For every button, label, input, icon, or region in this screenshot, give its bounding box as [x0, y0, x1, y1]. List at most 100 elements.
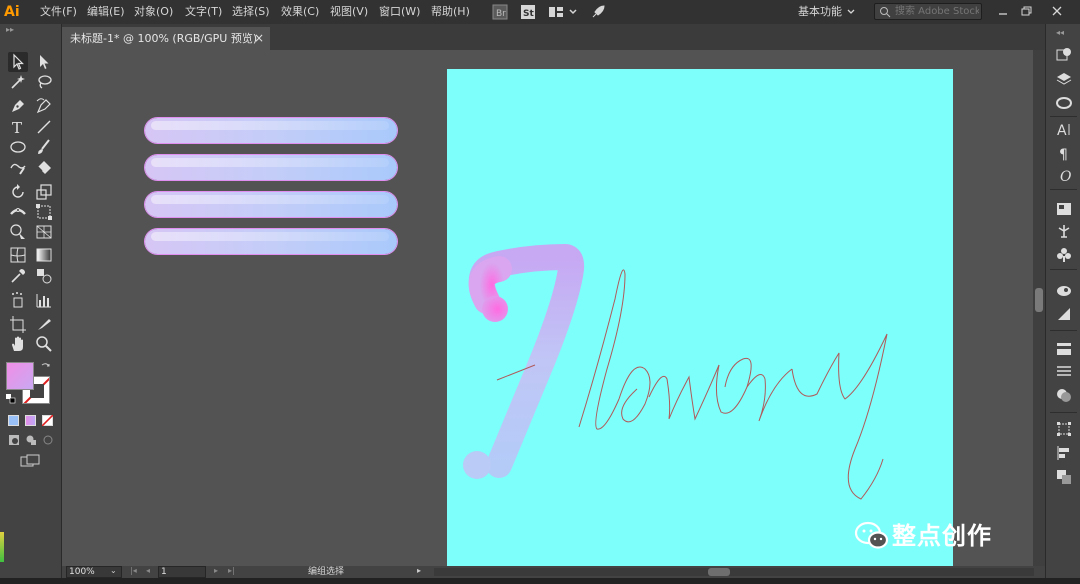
fill-swatch[interactable] — [6, 362, 34, 390]
hand-tool[interactable] — [8, 334, 28, 354]
dock-grip-icon[interactable]: ◂◂ — [1056, 28, 1064, 37]
none-mode-button[interactable] — [42, 415, 53, 426]
ellipse-tool[interactable] — [8, 137, 28, 157]
image-trace-icon[interactable] — [1055, 200, 1073, 218]
transform-icon[interactable] — [1055, 420, 1073, 438]
eraser-tool[interactable] — [34, 158, 54, 178]
status-text[interactable]: 编组选择 — [308, 566, 344, 578]
artboard-number-field[interactable]: 1 — [158, 566, 206, 578]
menu-object[interactable]: 对象(O) — [134, 0, 173, 24]
gradient-tool[interactable] — [34, 245, 54, 265]
gradient-bar[interactable] — [145, 118, 397, 143]
draw-inside-icon[interactable] — [42, 434, 54, 446]
free-transform-tool[interactable] — [34, 202, 54, 222]
symbol-sprayer-tool[interactable] — [8, 290, 28, 310]
character-icon[interactable]: A — [1055, 120, 1073, 138]
lasso-tool[interactable] — [34, 72, 54, 92]
next-artboard-icon[interactable]: ▸ — [214, 566, 218, 575]
layers-icon[interactable] — [1055, 70, 1073, 88]
symbols-icon[interactable] — [1055, 246, 1073, 264]
slice-tool[interactable] — [34, 314, 54, 334]
paragraph-icon[interactable]: ¶ — [1055, 144, 1073, 162]
rotate-tool[interactable] — [8, 182, 28, 202]
type-tool[interactable]: T — [8, 117, 28, 137]
column-graph-tool[interactable] — [34, 290, 54, 310]
eyedropper-tool[interactable] — [8, 266, 28, 286]
chevron-down-icon[interactable] — [568, 4, 578, 20]
last-artboard-icon[interactable]: ▸| — [228, 566, 235, 575]
gradient-bar[interactable] — [145, 192, 397, 217]
menu-select[interactable]: 选择(S) — [232, 0, 270, 24]
blend-tool[interactable] — [34, 266, 54, 286]
stock-search[interactable] — [874, 3, 982, 20]
shaper-tool[interactable] — [8, 158, 28, 178]
libraries-icon[interactable] — [1055, 46, 1073, 64]
perspective-grid-tool[interactable] — [34, 222, 54, 242]
pathfinder-icon[interactable] — [1055, 468, 1073, 486]
curvature-tool[interactable] — [34, 96, 54, 116]
rocket-icon[interactable] — [590, 4, 606, 20]
color-mode-button[interactable] — [8, 415, 19, 426]
document-tab[interactable]: 未标题-1* @ 100% (RGB/GPU 预览) × — [62, 27, 270, 50]
draw-normal-icon[interactable] — [8, 434, 20, 446]
chevron-down-icon[interactable]: ⌄ — [110, 566, 117, 575]
canvas-area[interactable]: 整点创作 — [62, 50, 1045, 566]
selection-tool[interactable] — [8, 52, 28, 72]
chevron-down-icon[interactable] — [847, 8, 855, 16]
first-artboard-icon[interactable]: |◂ — [130, 566, 137, 575]
artboard-tool[interactable] — [8, 314, 28, 334]
stroke-icon[interactable] — [1055, 340, 1073, 358]
shape-builder-tool[interactable] — [8, 222, 28, 242]
menu-effect[interactable]: 效果(C) — [281, 0, 319, 24]
bridge-icon[interactable]: Br — [492, 4, 508, 20]
restore-icon[interactable] — [1017, 2, 1035, 20]
scale-tool[interactable] — [34, 182, 54, 202]
artwork[interactable] — [447, 69, 953, 566]
line-segment-tool[interactable] — [34, 117, 54, 137]
vertical-scrollbar[interactable] — [1033, 50, 1045, 566]
gradient-bar[interactable] — [145, 229, 397, 254]
menu-view[interactable]: 视图(V) — [330, 0, 368, 24]
transparency-icon[interactable] — [1055, 386, 1073, 404]
gradient-bar[interactable] — [145, 155, 397, 180]
appearance-icon[interactable] — [1055, 282, 1073, 300]
previous-artboard-icon[interactable]: ◂ — [146, 566, 150, 575]
workspace-switcher[interactable]: 基本功能 — [798, 0, 842, 24]
zoom-tool[interactable] — [34, 334, 54, 354]
menu-edit[interactable]: 编辑(E) — [87, 0, 125, 24]
tab-close-button[interactable]: × — [254, 27, 264, 50]
scrollbar-thumb[interactable] — [708, 568, 730, 576]
width-tool[interactable] — [8, 202, 28, 222]
screen-mode-icon[interactable] — [20, 454, 40, 468]
scrollbar-thumb[interactable] — [1035, 288, 1043, 312]
magic-wand-tool[interactable] — [8, 72, 28, 92]
opentype-icon[interactable]: O — [1055, 166, 1073, 184]
arrange-documents-icon[interactable] — [548, 4, 564, 20]
align-icon[interactable] — [1055, 444, 1073, 462]
minimize-icon[interactable] — [994, 2, 1012, 20]
menu-help[interactable]: 帮助(H) — [431, 0, 470, 24]
puppet-icon[interactable] — [1055, 222, 1073, 240]
artboard[interactable] — [447, 69, 953, 566]
gradient-panel-icon[interactable] — [1055, 362, 1073, 380]
search-input[interactable] — [895, 4, 979, 19]
mesh-tool[interactable] — [8, 245, 28, 265]
default-colors-icon[interactable] — [6, 394, 16, 404]
direct-selection-tool[interactable] — [34, 52, 54, 72]
status-menu-arrow-icon[interactable]: ▸ — [417, 566, 421, 575]
close-icon[interactable] — [1048, 2, 1066, 20]
stock-icon[interactable]: St — [520, 4, 536, 20]
graphic-styles-icon[interactable] — [1055, 305, 1073, 323]
gradient-mode-button[interactable] — [25, 415, 36, 426]
menu-file[interactable]: 文件(F) — [40, 0, 77, 24]
menu-window[interactable]: 窗口(W) — [379, 0, 420, 24]
horizontal-scrollbar[interactable] — [434, 568, 1034, 576]
swap-colors-icon[interactable] — [40, 361, 52, 373]
cc-libraries-icon[interactable] — [1055, 94, 1073, 112]
draw-behind-icon[interactable] — [25, 434, 37, 446]
panel-grip-icon[interactable]: ▸▸ — [6, 26, 16, 34]
gradient-letter-f[interactable] — [463, 243, 585, 479]
menu-type[interactable]: 文字(T) — [185, 0, 222, 24]
pen-tool[interactable] — [8, 96, 28, 116]
paintbrush-tool[interactable] — [34, 137, 54, 157]
